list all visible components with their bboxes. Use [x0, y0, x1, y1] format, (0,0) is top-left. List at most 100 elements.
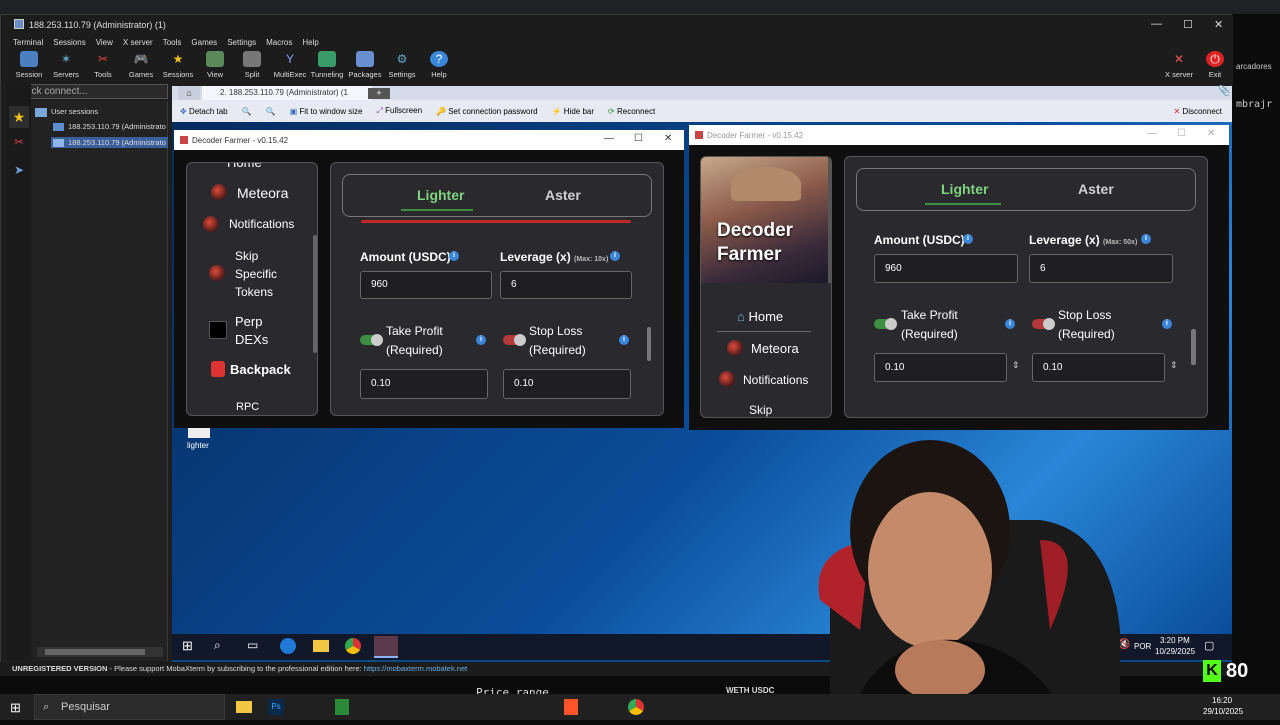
banner-scrollbar[interactable]	[828, 157, 831, 283]
tab-aster[interactable]: Aster	[545, 187, 581, 203]
host-clock-time[interactable]: 16:20	[1212, 696, 1232, 705]
main-scrollbar[interactable]	[647, 327, 651, 361]
nav-home[interactable]: Home	[227, 163, 262, 170]
chrome-icon[interactable]	[628, 699, 644, 715]
stop-loss-stepper[interactable]: ⇕	[1170, 360, 1178, 371]
taskbar-app-3-icon[interactable]	[335, 699, 349, 715]
close-button[interactable]: ✕	[1207, 128, 1215, 139]
main-scrollbar[interactable]	[1191, 329, 1196, 365]
host-search-box[interactable]: ⌕ Pesquisar	[34, 694, 225, 720]
detach-tab-button[interactable]: ✥ Detach tab	[180, 107, 228, 116]
tools-button[interactable]: ✂ Tools	[83, 49, 123, 79]
zoom-out-icon[interactable]: 🔍	[266, 107, 276, 116]
exit-button[interactable]: ⏻ Exit	[1195, 49, 1235, 79]
task-view-icon[interactable]: ▭	[247, 638, 258, 652]
new-tab-button[interactable]: +	[368, 88, 390, 99]
stop-loss-input[interactable]: 0.10	[1032, 353, 1165, 382]
menu-help[interactable]: Help	[302, 38, 318, 47]
nav-notifications[interactable]: Notifications	[229, 217, 294, 231]
amount-input[interactable]: 960	[874, 254, 1018, 283]
menu-sessions[interactable]: Sessions	[53, 38, 85, 47]
settings-button[interactable]: ⚙ Settings	[382, 49, 422, 79]
take-profit-toggle[interactable]	[360, 334, 383, 346]
tools-side-icon[interactable]: ✂	[9, 132, 29, 152]
nav-backpack[interactable]: Backpack	[230, 362, 291, 377]
help-button[interactable]: ? Help	[419, 49, 459, 79]
file-explorer-icon[interactable]	[236, 701, 252, 713]
maximize-button[interactable]: ☐	[1183, 18, 1193, 31]
take-profit-stepper[interactable]: ⇕	[1012, 360, 1020, 371]
home-tab[interactable]: ⌂	[178, 86, 200, 100]
session-item-1[interactable]: 188.253.110.79 (Administrato	[53, 122, 166, 132]
stop-loss-info-icon[interactable]: i	[619, 335, 629, 345]
leverage-info-icon[interactable]: i	[610, 251, 620, 261]
tunneling-button[interactable]: Tunneling	[307, 49, 347, 79]
edge-icon[interactable]	[280, 638, 296, 654]
stop-loss-toggle[interactable]	[1032, 318, 1055, 330]
file-explorer-icon[interactable]	[313, 640, 329, 652]
minimize-button[interactable]: —	[1147, 128, 1157, 139]
menu-view[interactable]: View	[96, 38, 113, 47]
favorites-star-icon[interactable]: ★	[9, 106, 29, 128]
search-icon[interactable]: ⌕	[214, 638, 221, 653]
set-password-button[interactable]: 🔑 Set connection password	[436, 107, 538, 116]
fit-window-button[interactable]: ▣ Fit to window size	[290, 107, 363, 116]
session-button[interactable]: Session	[9, 49, 49, 79]
menu-settings[interactable]: Settings	[227, 38, 256, 47]
packages-button[interactable]: Packages	[345, 49, 385, 79]
split-button[interactable]: Split	[232, 49, 272, 79]
take-profit-input[interactable]: 0.10	[874, 353, 1007, 382]
nav-meteora[interactable]: Meteora	[751, 341, 799, 356]
close-button[interactable]: ✕	[1214, 18, 1223, 31]
amount-info-icon[interactable]: i	[963, 234, 973, 244]
attach-icon[interactable]: 📎	[1218, 86, 1230, 97]
remote-session-tab[interactable]: 2. 188.253.110.79 (Administrator) (1	[202, 86, 372, 100]
amount-input[interactable]: 960	[360, 271, 492, 299]
nav-rpc[interactable]: RPC	[236, 401, 259, 413]
quick-connect-input[interactable]: Quick connect...	[10, 84, 168, 99]
take-profit-info-icon[interactable]: i	[476, 335, 486, 345]
tab-aster[interactable]: Aster	[1078, 181, 1114, 197]
amount-info-icon[interactable]: i	[449, 251, 459, 261]
view-button[interactable]: View	[195, 49, 235, 79]
leverage-info-icon[interactable]: i	[1141, 234, 1151, 244]
send-side-icon[interactable]: ➤	[9, 160, 29, 180]
hide-bar-button[interactable]: ⚡ Hide bar	[552, 107, 594, 116]
decoder-taskbar-icon[interactable]	[374, 636, 398, 658]
maximize-button[interactable]: ☐	[1177, 128, 1186, 139]
windows-start-icon[interactable]: ⊞	[10, 700, 21, 716]
chrome-icon[interactable]	[345, 638, 361, 654]
take-profit-toggle[interactable]	[874, 318, 897, 330]
take-profit-input[interactable]: 0.10	[360, 369, 488, 399]
nav-meteora[interactable]: Meteora	[237, 185, 288, 201]
leverage-input[interactable]: 6	[500, 271, 632, 299]
minimize-button[interactable]: —	[1151, 18, 1162, 30]
session-item-2[interactable]: 188.253.110.79 (Administrato	[51, 137, 168, 149]
nav-skip[interactable]: Skip	[749, 403, 772, 417]
desktop-file-icon[interactable]	[188, 428, 210, 438]
leverage-input[interactable]: 6	[1029, 254, 1173, 283]
fullscreen-button[interactable]: ⤢ Fullscreen	[377, 106, 423, 116]
take-profit-info-icon[interactable]: i	[1005, 319, 1015, 329]
status-link[interactable]: https://mobaxterm.mobatek.net	[364, 664, 467, 673]
games-button[interactable]: 🎮 Games	[121, 49, 161, 79]
menu-xserver[interactable]: X server	[123, 38, 153, 47]
menu-games[interactable]: Games	[191, 38, 217, 47]
photoshop-icon[interactable]: Ps	[268, 699, 284, 715]
nav-notifications[interactable]: Notifications	[743, 373, 808, 387]
menu-tools[interactable]: Tools	[163, 38, 182, 47]
stop-loss-toggle[interactable]	[503, 334, 526, 346]
close-button[interactable]: ✕	[664, 133, 672, 144]
host-clock-date[interactable]: 29/10/2025	[1203, 707, 1243, 716]
reconnect-button[interactable]: ⟳ Reconnect	[608, 107, 655, 116]
tab-lighter[interactable]: Lighter	[417, 187, 464, 203]
windows-start-icon[interactable]: ⊞	[182, 639, 196, 653]
tab-lighter[interactable]: Lighter	[941, 181, 988, 197]
xserver-button[interactable]: ✕ X server	[1159, 49, 1199, 79]
sessions-button[interactable]: ★ Sessions	[158, 49, 198, 79]
user-sessions-folder[interactable]: User sessions	[35, 107, 98, 117]
nav-perp-dexs[interactable]: Perp DEXs	[235, 313, 275, 349]
servers-button[interactable]: ✶ Servers	[46, 49, 86, 79]
sidebar-scrollbar[interactable]	[313, 235, 317, 353]
stop-loss-input[interactable]: 0.10	[503, 369, 631, 399]
